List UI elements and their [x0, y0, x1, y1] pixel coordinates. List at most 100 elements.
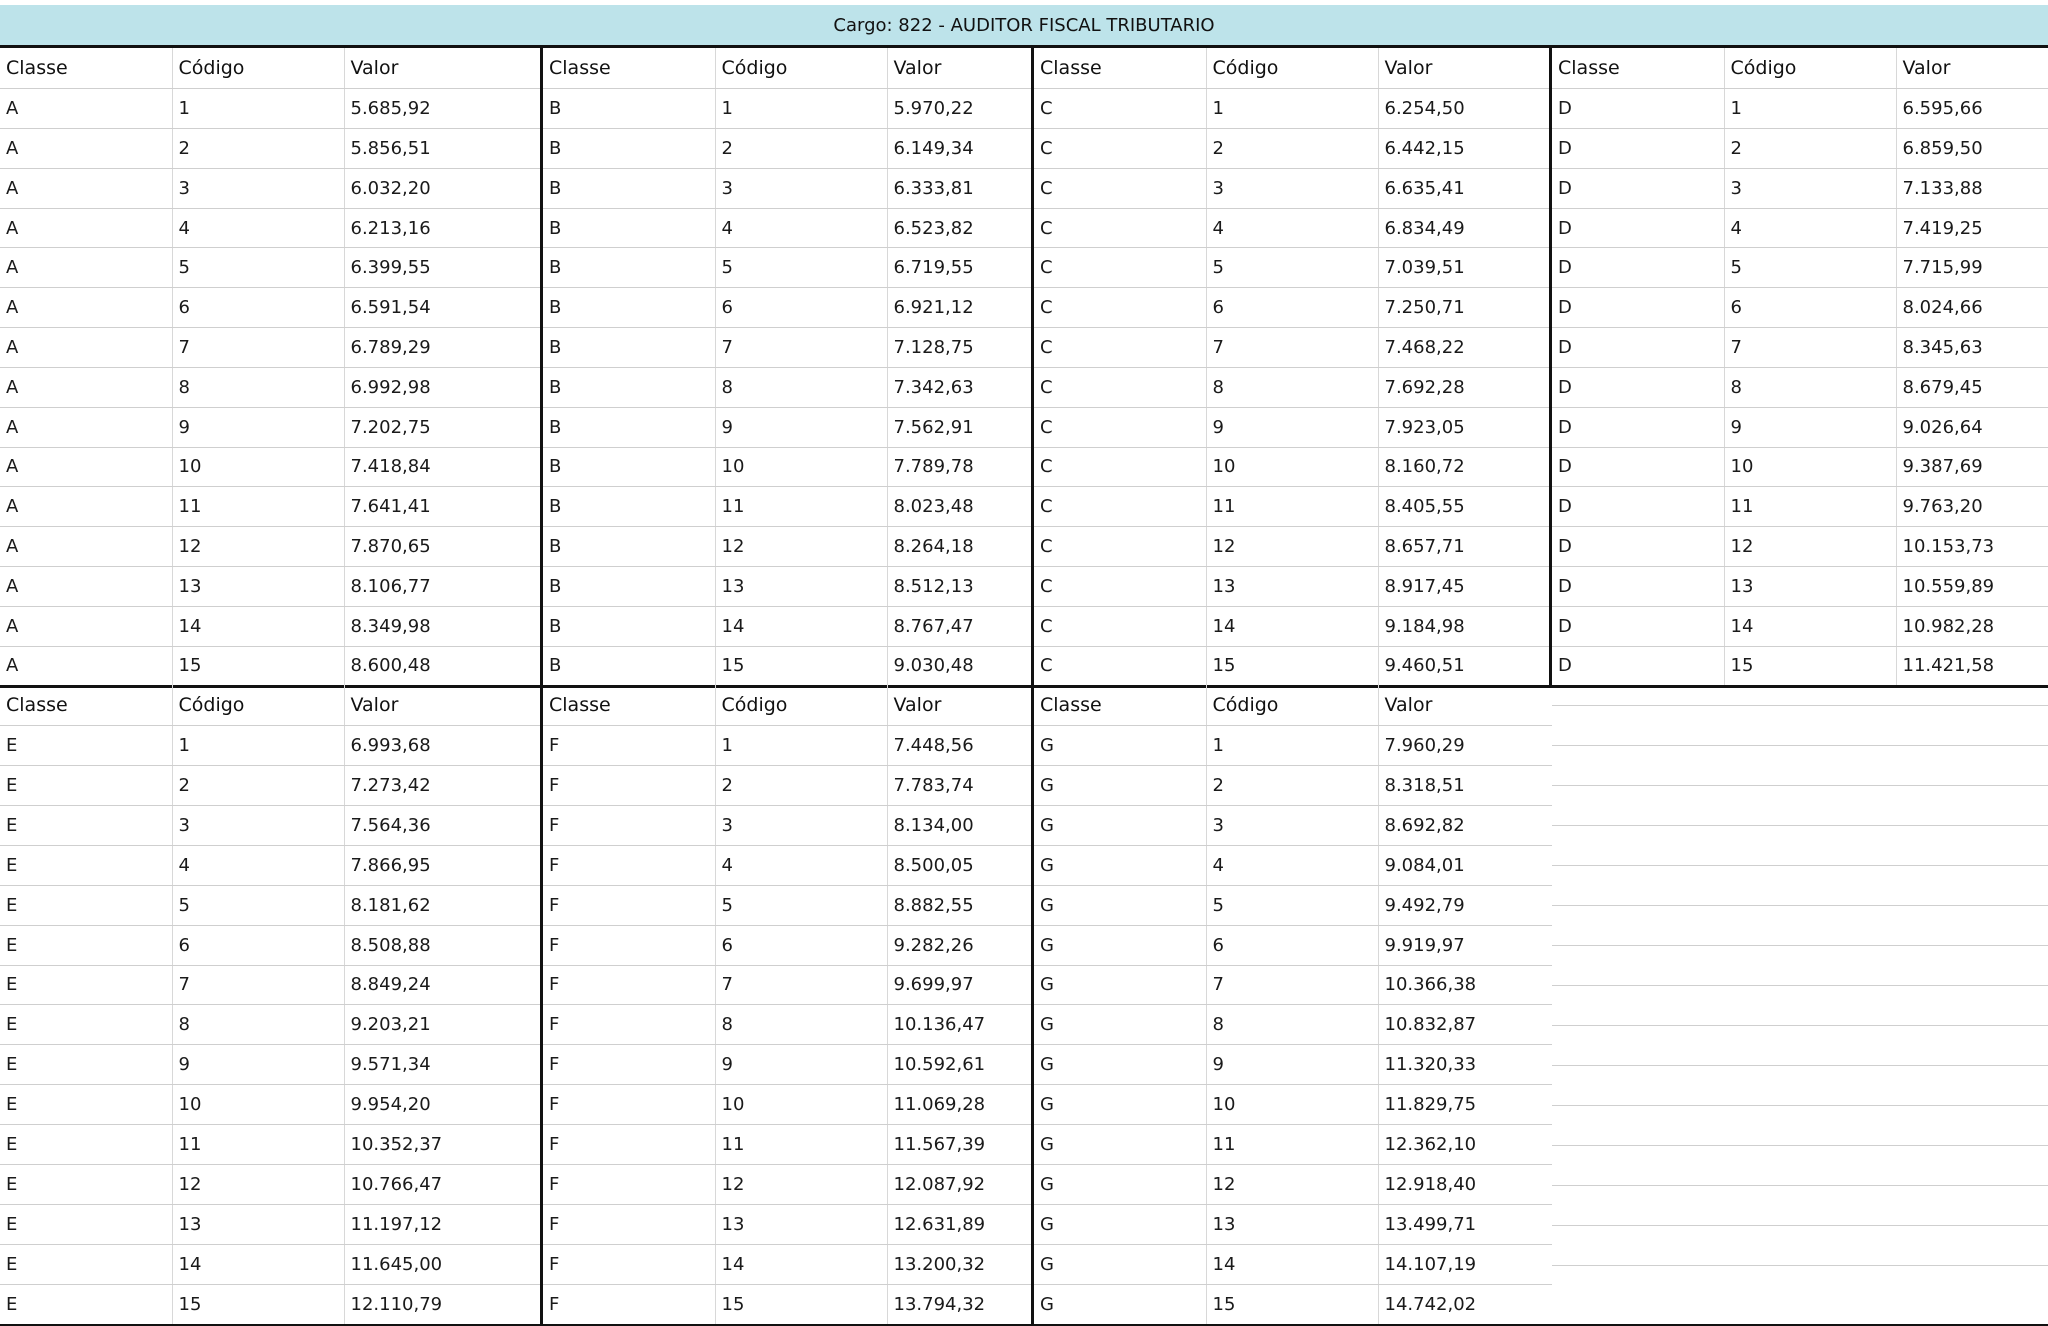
salary-table: Classe Código Valor E 1 6.993,68 E 2 7.273,42 E 3 7…: [0, 685, 540, 1326]
header-classe: Classe: [543, 685, 716, 727]
cell-codigo: 5: [715, 247, 888, 289]
table-row: G 11 12.362,10: [1034, 1124, 1552, 1165]
table-row: C 4 6.834,49: [1034, 208, 1549, 249]
table-row: B 13 8.512,13: [543, 566, 1031, 607]
cell-codigo: 12: [715, 1164, 888, 1205]
cell-valor: 11.645,00: [344, 1244, 540, 1285]
table-row: A 6 6.591,54: [0, 287, 540, 329]
cell-codigo: 11: [1206, 1124, 1379, 1165]
cell-codigo: 7: [1206, 965, 1379, 1006]
cell-valor: 7.250,71: [1378, 287, 1549, 329]
table-row: G 13 13.499,71: [1034, 1204, 1552, 1245]
cell-classe: D: [1552, 486, 1725, 528]
cell-classe: B: [543, 128, 716, 169]
cell-classe: E: [0, 885, 173, 926]
table-row: D 10 9.387,69: [1552, 447, 2048, 488]
cell-valor: 9.387,69: [1896, 447, 2048, 488]
cell-codigo: 2: [1206, 765, 1379, 807]
cell-valor: 8.349,98: [344, 606, 540, 647]
table-row: A 9 7.202,75: [0, 407, 540, 448]
cell-valor: 7.692,28: [1378, 367, 1549, 408]
cell-codigo: 10: [715, 1084, 888, 1126]
cell-codigo: 9: [715, 407, 888, 448]
header-classe: Classe: [1552, 48, 1725, 90]
table-row: E 6 8.508,88: [0, 925, 540, 966]
header-classe: Classe: [1034, 48, 1207, 90]
cell-codigo: 15: [172, 646, 345, 685]
cell-classe: F: [543, 1204, 716, 1245]
cell-valor: 9.571,34: [344, 1044, 540, 1086]
cell-valor: 12.110,79: [344, 1284, 540, 1326]
cell-classe: B: [543, 327, 716, 368]
cell-valor: 9.203,21: [344, 1004, 540, 1046]
cell-valor: 8.508,88: [344, 925, 540, 966]
header-codigo: Código: [715, 48, 888, 90]
cell-classe: C: [1034, 566, 1207, 607]
cell-codigo: 15: [172, 1284, 345, 1326]
cell-valor: 6.399,55: [344, 247, 540, 289]
cell-valor: 9.184,98: [1378, 606, 1549, 647]
cell-codigo: 14: [172, 606, 345, 647]
table-row: F 6 9.282,26: [543, 925, 1031, 966]
cell-codigo: 9: [1206, 1044, 1379, 1086]
header-valor: Valor: [1896, 48, 2048, 90]
cell-codigo: 1: [1206, 725, 1379, 767]
empty-block: [1552, 685, 2048, 1326]
class-block: Classe Código Valor D 1 6.595,66 D 2 6.859,50 D 3 7…: [1552, 48, 2048, 685]
cell-valor: 10.153,73: [1896, 526, 2048, 567]
cell-valor: 10.366,38: [1378, 965, 1552, 1006]
table-row: E 11 10.352,37: [0, 1124, 540, 1165]
cell-classe: G: [1034, 1204, 1207, 1245]
table-row: E 9 9.571,34: [0, 1044, 540, 1086]
cell-classe: D: [1552, 327, 1725, 368]
cell-classe: D: [1552, 646, 1725, 685]
table-row: F 3 8.134,00: [543, 805, 1031, 846]
cell-valor: 5.685,92: [344, 88, 540, 130]
cell-valor: 7.641,41: [344, 486, 540, 528]
cell-codigo: 1: [172, 88, 345, 130]
cell-codigo: 15: [715, 1284, 888, 1326]
cell-valor: 11.567,39: [887, 1124, 1031, 1165]
cell-codigo: 4: [715, 208, 888, 249]
cell-codigo: 11: [1724, 486, 1897, 528]
table-row: G 3 8.692,82: [1034, 805, 1552, 846]
cell-valor: 7.870,65: [344, 526, 540, 567]
table-row: F 1 7.448,56: [543, 725, 1031, 767]
cell-codigo: 4: [1206, 845, 1379, 886]
cell-classe: F: [543, 925, 716, 966]
cell-codigo: 8: [172, 1004, 345, 1046]
cell-codigo: 7: [1724, 327, 1897, 368]
cell-classe: E: [0, 1084, 173, 1126]
cell-classe: B: [543, 208, 716, 249]
cell-classe: E: [0, 1124, 173, 1165]
cell-codigo: 1: [1206, 88, 1379, 130]
cell-codigo: 7: [1206, 327, 1379, 368]
cell-codigo: 7: [172, 327, 345, 368]
class-block: Classe Código Valor G 1 7.960,29 G 2 8.318,51 G 3 8…: [1034, 685, 1552, 1326]
cell-codigo: 8: [715, 367, 888, 408]
table-row: G 4 9.084,01: [1034, 845, 1552, 886]
cell-valor: 7.133,88: [1896, 168, 2048, 209]
table-row: D 14 10.982,28: [1552, 606, 2048, 647]
cell-valor: 7.960,29: [1378, 725, 1552, 767]
table-row: E 13 11.197,12: [0, 1204, 540, 1245]
class-block: Classe Código Valor A 1 5.685,92 A 2 5.856,51 A 3 6…: [0, 48, 543, 685]
table-row: G 2 8.318,51: [1034, 765, 1552, 807]
cell-codigo: 4: [172, 208, 345, 249]
header-row: Classe Código Valor: [1552, 48, 2048, 90]
cell-classe: E: [0, 965, 173, 1006]
cell-codigo: 5: [1206, 885, 1379, 926]
cell-codigo: 6: [172, 287, 345, 329]
table-row: F 12 12.087,92: [543, 1164, 1031, 1205]
cell-classe: F: [543, 1044, 716, 1086]
cell-classe: A: [0, 208, 173, 249]
cell-classe: C: [1034, 128, 1207, 169]
cell-codigo: 1: [1724, 88, 1897, 130]
cell-valor: 8.849,24: [344, 965, 540, 1006]
cell-classe: D: [1552, 606, 1725, 647]
table-row: A 12 7.870,65: [0, 526, 540, 567]
table-row: G 6 9.919,97: [1034, 925, 1552, 966]
cell-codigo: 7: [715, 327, 888, 368]
table-row: A 2 5.856,51: [0, 128, 540, 169]
table-row: D 8 8.679,45: [1552, 367, 2048, 408]
